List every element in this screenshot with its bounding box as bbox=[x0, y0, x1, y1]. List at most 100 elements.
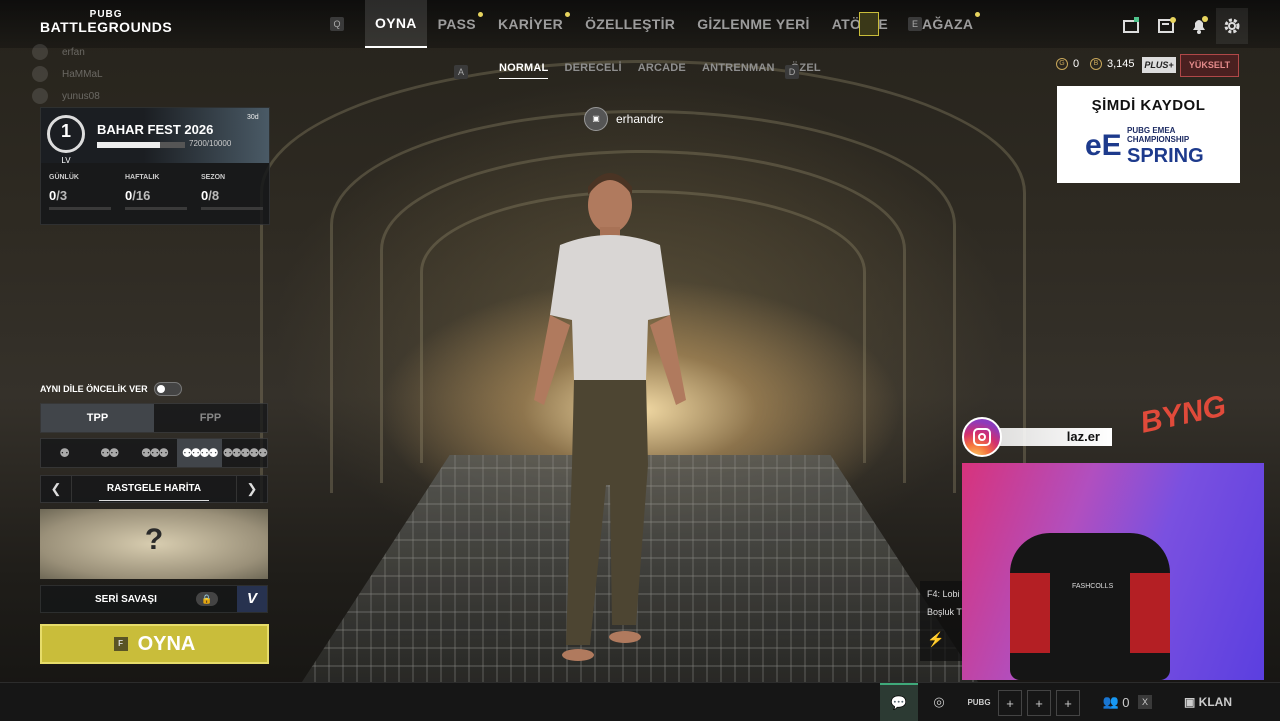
friend-item[interactable]: HaMMaL bbox=[32, 66, 103, 82]
pubg-badge-icon[interactable]: PUBG bbox=[966, 683, 992, 721]
ad-subtitle: PUBG EMEA CHAMPIONSHIP bbox=[1127, 126, 1190, 144]
notification-dot bbox=[477, 12, 483, 17]
mode-prev-key: A bbox=[454, 65, 468, 79]
event-title: BAHAR FEST 2026 bbox=[97, 122, 214, 137]
lightning-icon[interactable]: ⚡ bbox=[920, 631, 962, 648]
game-logo: PUBG BATTLEGROUNDS bbox=[40, 9, 173, 35]
mission-progress-bar bbox=[49, 207, 111, 210]
mission-progress-bar bbox=[125, 207, 187, 210]
map-name-underline bbox=[99, 500, 209, 501]
xp-text: 7200/10000 bbox=[189, 139, 232, 148]
perspective-option[interactable]: TPP bbox=[41, 404, 154, 432]
upgrade-button[interactable]: YÜKSELT bbox=[1180, 54, 1239, 77]
player-name: erhandrc bbox=[616, 112, 664, 126]
squad-trio-icon[interactable]: ⚉⚉⚉ bbox=[131, 439, 176, 467]
nav-tab-0[interactable]: OYNA bbox=[365, 0, 427, 48]
mode-tab-1[interactable]: DERECELİ bbox=[564, 62, 621, 79]
squad-size-selector: ⚉ ⚉⚉ ⚉⚉⚉ ⚉⚉⚉⚉ ⚉⚉⚉⚉⚉ bbox=[40, 438, 268, 468]
friend-avatar bbox=[32, 44, 48, 60]
friend-item[interactable]: yunus08 bbox=[32, 88, 103, 104]
settings-gear-icon[interactable] bbox=[1216, 8, 1248, 44]
mission-stat: GÜNLÜK 0/3 bbox=[49, 174, 111, 210]
store-bag-icon[interactable] bbox=[1120, 14, 1142, 36]
mission-stat: HAFTALIK 0/16 bbox=[125, 174, 187, 210]
play-key-hint: F bbox=[113, 637, 128, 651]
map-selector: ❮ RASTGELE HARİTA ❯ bbox=[40, 475, 268, 503]
news-icon[interactable] bbox=[1156, 14, 1178, 36]
nav-prev-key: Q bbox=[330, 17, 344, 31]
notification-dot bbox=[565, 12, 571, 17]
friend-item[interactable]: erfan bbox=[32, 44, 103, 60]
nav-next-key: E bbox=[908, 17, 922, 31]
squad-five-icon[interactable]: ⚉⚉⚉⚉⚉ bbox=[222, 439, 269, 467]
gaming-chair: FASHCOLLS bbox=[1010, 533, 1170, 680]
days-remaining: 30d bbox=[247, 114, 259, 121]
level-badge: 1 LV bbox=[47, 115, 85, 165]
mode-tab-0[interactable]: NORMAL bbox=[499, 62, 549, 79]
xp-progress-bar bbox=[97, 142, 185, 148]
mode-tab-3[interactable]: ANTRENMAN bbox=[702, 62, 775, 79]
ad-headline: ŞİMDİ KAYDOL bbox=[1091, 97, 1206, 114]
friend-avatar bbox=[32, 66, 48, 82]
ad-season: SPRING bbox=[1127, 145, 1204, 167]
invite-slot-button[interactable]: + bbox=[1056, 690, 1080, 716]
nav-tab-4[interactable]: GİZLENME YERİ bbox=[697, 16, 810, 32]
squad-duo-icon[interactable]: ⚉⚉ bbox=[86, 439, 131, 467]
friend-list: erfan HaMMaL yunus08 bbox=[32, 44, 103, 110]
play-label: OYNA bbox=[137, 632, 196, 655]
mode-tab-2[interactable]: ARCADE bbox=[638, 62, 686, 79]
instagram-icon bbox=[962, 417, 1002, 457]
invite-slot-button[interactable]: + bbox=[1027, 690, 1051, 716]
chat-icon[interactable]: 💬 bbox=[880, 683, 918, 721]
nav-tab-2[interactable]: KARİYER bbox=[498, 12, 571, 32]
player-character bbox=[534, 173, 686, 661]
random-map-image[interactable]: ? bbox=[40, 509, 268, 579]
bp-balance: B 3,145 bbox=[1090, 58, 1135, 70]
invite-slot-button[interactable]: + bbox=[998, 690, 1022, 716]
streamer-handle: laz.er bbox=[1000, 428, 1112, 446]
xp-progress-fill bbox=[97, 142, 161, 148]
bottom-bar: 💬 ◎ PUBG + + + 👥 0 X ▣ KLAN bbox=[0, 682, 1280, 721]
seri-savasi-row: SERİ SAVAŞI 🔒 V bbox=[40, 585, 268, 613]
play-button[interactable]: F OYNA bbox=[40, 624, 269, 664]
nav-tab-3[interactable]: ÖZELLEŞTİR bbox=[585, 16, 675, 32]
seri-label: SERİ SAVAŞI bbox=[95, 594, 157, 605]
bell-icon[interactable] bbox=[1188, 14, 1210, 36]
main-nav: OYNAPASSKARİYERÖZELLEŞTİRGİZLENME YERİAT… bbox=[365, 0, 984, 48]
perspective-option[interactable]: FPP bbox=[154, 404, 267, 432]
emea-logo-icon: eE bbox=[1085, 129, 1122, 162]
championship-ad-banner[interactable]: ŞİMDİ KAYDOL eE PUBG EMEA CHAMPIONSHIP SP… bbox=[1057, 86, 1240, 183]
friends-key-hint: X bbox=[1138, 695, 1152, 709]
v-button[interactable]: V bbox=[237, 586, 267, 612]
plus-badge[interactable]: PLUS+ bbox=[1142, 57, 1176, 73]
squad-squad-icon[interactable]: ⚉⚉⚉⚉ bbox=[176, 439, 222, 467]
friend-avatar bbox=[32, 88, 48, 104]
friends-count[interactable]: 👥 0 bbox=[1098, 683, 1134, 721]
top-bar: PUBG BATTLEGROUNDS Q OYNA PASS KARİYER ÖZEL… bbox=[0, 0, 1280, 48]
g-coin-icon: G bbox=[1056, 58, 1068, 70]
mission-progress-bar bbox=[201, 207, 263, 210]
player-avatar: ▣ bbox=[584, 107, 608, 131]
language-priority-row: AYNI DİLE ÖNCELİK VER bbox=[40, 382, 182, 396]
clan-icon: ▣ bbox=[1183, 695, 1196, 709]
lock-icon[interactable]: 🔒 bbox=[196, 592, 218, 606]
map-name: RASTGELE HARİTA bbox=[106, 483, 202, 494]
event-header: 1 LV BAHAR FEST 2026 7200/10000 30d bbox=[41, 108, 269, 165]
g-coin-balance: G0 bbox=[1056, 58, 1079, 70]
event-pass-icon[interactable] bbox=[859, 12, 879, 36]
radar-icon[interactable]: ◎ bbox=[926, 683, 952, 721]
map-next-button[interactable]: ❯ bbox=[236, 476, 267, 502]
nav-tab-1[interactable]: PASS bbox=[438, 12, 483, 32]
language-priority-toggle[interactable] bbox=[153, 382, 182, 396]
friends-icon: 👥 bbox=[1102, 694, 1119, 709]
bp-coin-icon: B bbox=[1090, 58, 1102, 70]
webcam-overlay: FASHCOLLS bbox=[962, 463, 1264, 680]
notification-dot bbox=[975, 12, 981, 17]
map-prev-button[interactable]: ❮ bbox=[41, 476, 72, 502]
mode-next-key: D bbox=[785, 65, 799, 79]
player-nameplate: ▣ erhandrc bbox=[584, 107, 663, 131]
event-pass-panel[interactable]: 1 LV BAHAR FEST 2026 7200/10000 30d GÜNL… bbox=[40, 107, 270, 225]
clan-button[interactable]: ▣ KLAN bbox=[1178, 683, 1238, 721]
squad-solo-icon[interactable]: ⚉ bbox=[41, 439, 86, 467]
unknown-map-symbol: ? bbox=[144, 523, 164, 556]
